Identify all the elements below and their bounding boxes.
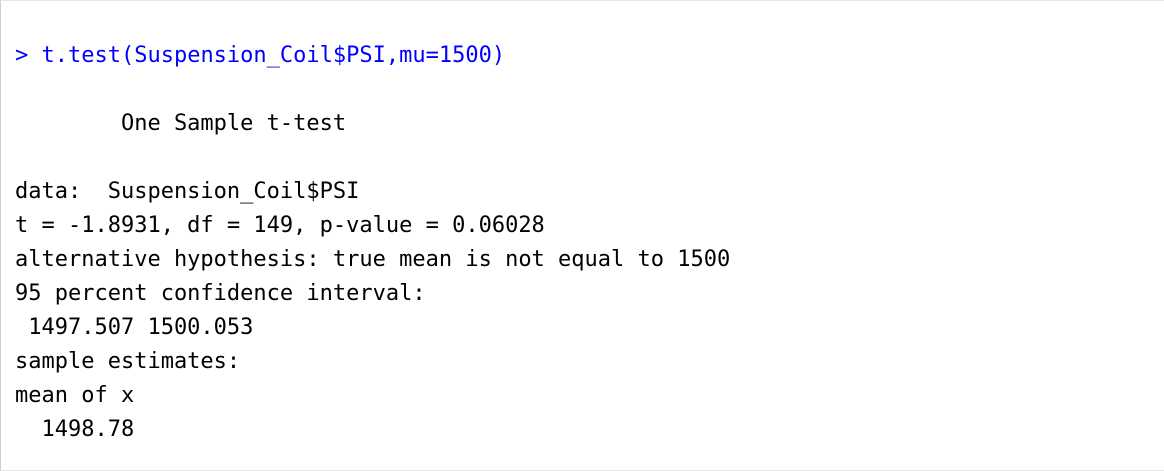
r-console[interactable]: > t.test(Suspension_Coil$PSI,mu=1500) On…	[0, 0, 1164, 471]
data-line: data: Suspension_Coil$PSI	[15, 179, 360, 204]
command-line: > t.test(Suspension_Coil$PSI,mu=1500)	[15, 41, 505, 71]
statistic-line: t = -1.8931, df = 149, p-value = 0.06028	[15, 213, 545, 238]
estimate-value: 1498.78	[15, 417, 135, 442]
sample-estimates-header: sample estimates:	[15, 349, 241, 374]
confidence-interval-values: 1497.507 1500.053	[15, 315, 254, 340]
confidence-interval-header: 95 percent confidence interval:	[15, 281, 426, 306]
command-text: t.test(Suspension_Coil$PSI,mu=1500)	[41, 43, 506, 68]
alternative-hypothesis-line: alternative hypothesis: true mean is not…	[15, 247, 731, 272]
estimate-label: mean of x	[15, 383, 148, 408]
console-prompt: >	[15, 43, 42, 68]
test-title: One Sample t-test	[15, 111, 347, 136]
